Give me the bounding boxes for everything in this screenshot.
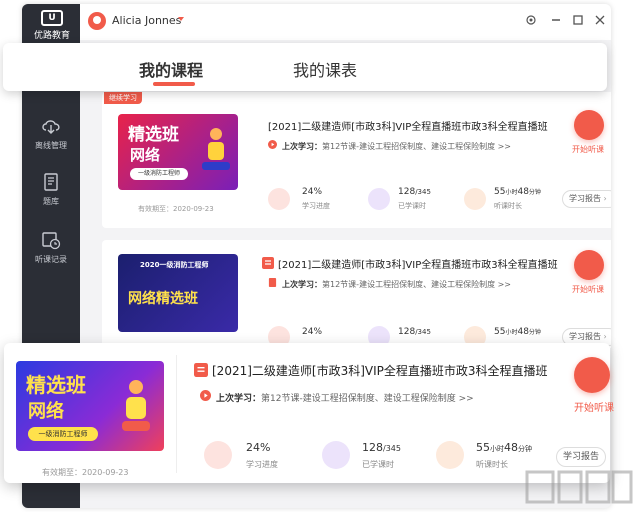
- course-thumbnail[interactable]: 精选班 网络 一级消防工程师: [118, 114, 238, 190]
- book-icon: [44, 173, 58, 191]
- validity-date: 有效期至：2020-09-23: [42, 468, 129, 477]
- tabs-bar: 我的课程 我的课表: [3, 43, 607, 91]
- sidebar-item-label: 题库: [43, 197, 59, 206]
- play-circle-icon: [268, 140, 277, 149]
- divider: [176, 355, 177, 473]
- chevron-down-icon[interactable]: [178, 17, 184, 21]
- student-illustration-icon: [122, 380, 150, 431]
- thumb-title-1: 精选班: [128, 125, 179, 145]
- logo-mark: U: [41, 10, 63, 26]
- cloud-download-icon: [42, 120, 60, 134]
- sidebar-item-offline[interactable]: 离线管理: [22, 116, 80, 151]
- course-thumbnail[interactable]: 2020一级消防工程师 网络精选班: [118, 254, 238, 332]
- sidebar-item-history[interactable]: 听课记录: [22, 230, 80, 265]
- thumb-chip: 一级消防工程师: [130, 168, 188, 180]
- course-title[interactable]: [2021]二级建造师[市政3科]VIP全程直播班市政3科全程直播班: [278, 256, 558, 271]
- avatar[interactable]: [88, 12, 106, 30]
- hours-value: 128/345: [398, 327, 431, 337]
- start-label[interactable]: 开始听课: [574, 399, 614, 414]
- study-report-button[interactable]: 学习报告: [556, 447, 606, 467]
- hours-icon: [322, 441, 350, 469]
- progress-label: 学习进度: [302, 202, 330, 210]
- arrow-right-icon: ›: [603, 332, 607, 341]
- last-study-value: 第12节课-建设工程招保制度、建设工程保险制度 >>: [322, 142, 512, 151]
- course-thumbnail[interactable]: 精选班 网络 一级消防工程师: [16, 361, 164, 451]
- close-icon[interactable]: [594, 14, 606, 26]
- start-play-button[interactable]: [574, 357, 610, 393]
- arrow-right-icon: ›: [603, 194, 607, 203]
- course-card: 继续学习 精选班 网络 一级消防工程师 有效期至：2020-09-23 [202…: [102, 92, 611, 228]
- live-badge-icon: [262, 257, 274, 269]
- tab-my-courses[interactable]: 我的课程: [139, 57, 203, 81]
- maximize-icon[interactable]: [572, 14, 584, 26]
- thumb-title-1: 网络精选班: [128, 291, 198, 307]
- start-label[interactable]: 开始听课: [572, 284, 604, 295]
- app-logo: U 优路教育: [30, 10, 74, 44]
- thumb-title-2: 网络: [28, 401, 64, 422]
- duration-value: 55小时48分钟: [476, 441, 532, 454]
- calendar-clock-icon: [42, 232, 61, 250]
- last-study[interactable]: 上次学习：第12节课-建设工程招保制度、建设工程保险制度 >>: [282, 141, 511, 152]
- duration-value: 55小时48分钟: [494, 187, 541, 197]
- sidebar-item-label: 离线管理: [35, 141, 67, 150]
- thumb-top-text: 2020一级消防工程师: [140, 261, 209, 269]
- course-card: 2020一级消防工程师 网络精选班 [2021]二级建造师[市政3科]VIP全程…: [102, 240, 611, 348]
- tab-my-schedule[interactable]: 我的课表: [293, 57, 357, 81]
- settings-gear-icon[interactable]: [525, 14, 537, 26]
- validity-date: 有效期至：2020-09-23: [138, 205, 214, 213]
- username[interactable]: Alicia Jonnes: [112, 14, 181, 27]
- last-study[interactable]: 上次学习：第12节课-建设工程招保制度、建设工程保险制度 >>: [282, 279, 511, 290]
- thumb-chip: 一级消防工程师: [28, 427, 98, 441]
- watermark-logo-icon: [525, 470, 633, 504]
- progress-icon: [268, 188, 290, 210]
- start-play-button[interactable]: [574, 110, 604, 140]
- duration-value: 55小时48分钟: [494, 327, 541, 337]
- progress-icon: [204, 441, 232, 469]
- play-circle-icon: [200, 390, 211, 401]
- last-study-label: 上次学习：: [282, 142, 322, 151]
- hours-label: 已学课时: [398, 202, 426, 210]
- sidebar-item-label: 听课记录: [35, 255, 67, 264]
- student-illustration-icon: [202, 128, 230, 170]
- course-title[interactable]: [2021]二级建造师[市政3科]VIP全程直播班市政3科全程直播班: [268, 118, 548, 133]
- hours-value: 128/345: [398, 187, 431, 197]
- start-label[interactable]: 开始听课: [572, 144, 604, 155]
- duration-icon: [464, 188, 486, 210]
- last-study[interactable]: 上次学习：第12节课-建设工程招保制度、建设工程保险制度 >>: [216, 391, 474, 404]
- live-badge-icon: [194, 363, 208, 377]
- start-play-button[interactable]: [574, 250, 604, 280]
- progress-value: 24%: [246, 441, 271, 454]
- progress-value: 24%: [302, 327, 323, 337]
- duration-icon: [436, 441, 464, 469]
- hours-icon: [368, 188, 390, 210]
- duration-label: 听课时长: [494, 202, 522, 210]
- study-report-button[interactable]: 学习报告 ›: [562, 190, 611, 208]
- featured-course-card: 精选班 网络 一级消防工程师 有效期至：2020-09-23 [2021]二级建…: [4, 343, 614, 483]
- thumb-title-2: 网络: [130, 146, 161, 164]
- continue-badge: 继续学习: [104, 92, 142, 104]
- logo-text: 优路教育: [33, 31, 70, 41]
- minimize-icon[interactable]: [550, 14, 562, 26]
- sidebar-item-questions[interactable]: 题库: [22, 172, 80, 207]
- thumb-title-1: 精选班: [26, 373, 86, 397]
- active-tab-indicator: [153, 82, 195, 86]
- progress-label: 学习进度: [246, 460, 278, 469]
- course-title[interactable]: [2021]二级建造师[市政3科]VIP全程直播班市政3科全程直播班: [212, 362, 548, 379]
- hours-value: 128/345: [362, 441, 401, 454]
- hours-label: 已学课时: [362, 460, 394, 469]
- title-bar: Alicia Jonnes: [80, 4, 611, 40]
- document-icon: [268, 278, 277, 287]
- duration-label: 听课时长: [476, 460, 508, 469]
- progress-value: 24%: [302, 187, 323, 197]
